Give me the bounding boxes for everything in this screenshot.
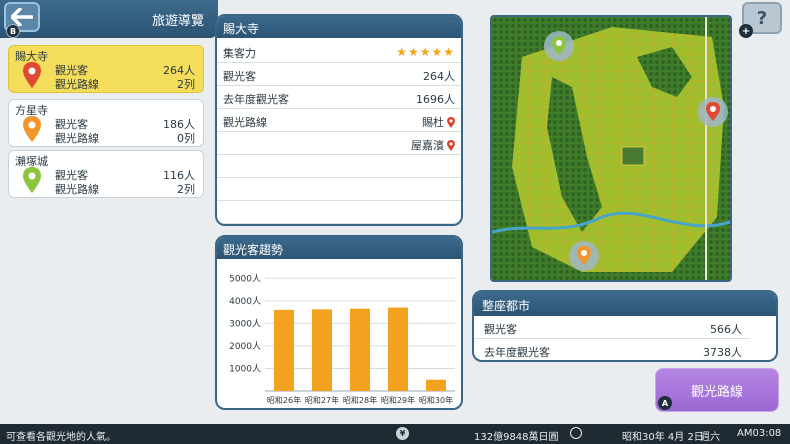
route-2-name: 屋嘉濱: [411, 139, 444, 152]
x-tick-label: 昭和27年: [305, 395, 339, 405]
spot-routes-value: 0列: [177, 132, 195, 145]
time-value: AM03:08: [737, 428, 782, 439]
spot-routes-label: 觀光路線: [55, 132, 99, 145]
route-button[interactable]: 觀光路線 A: [655, 368, 779, 412]
spot-item[interactable]: 方星寺 觀光客 186人 觀光路線 0列: [8, 99, 204, 147]
clock-icon: [570, 427, 582, 439]
city-last-year-value: 3738人: [703, 346, 742, 359]
spot-routes-label: 觀光路線: [55, 78, 99, 91]
spot-routes-value: 2列: [177, 78, 195, 91]
routes-label: 觀光路線: [223, 116, 267, 129]
empty-row: [217, 178, 461, 201]
routes-row: 觀光路線 賜杜: [217, 109, 461, 132]
bar: [312, 309, 332, 391]
empty-row: [217, 155, 461, 178]
bar: [350, 308, 370, 391]
x-tick-label: 昭和29年: [381, 395, 415, 405]
x-tick-label: 昭和28年: [343, 395, 377, 405]
page-title: 旅遊導覽: [151, 14, 204, 29]
last-year-label: 去年度觀光客: [223, 93, 289, 106]
city-grid-area: [512, 27, 724, 272]
map-pin-orange[interactable]: [569, 241, 599, 271]
status-bar: 可查看各觀光地的人氣。 ¥ 132億9848萬日圓 昭和30年 4月 2日 週六…: [0, 424, 790, 444]
visitors-label: 觀光客: [223, 70, 256, 83]
y-tick-label: 5000人: [229, 273, 261, 284]
date-value: 昭和30年 4月 2日: [622, 432, 704, 443]
map-view: [492, 17, 730, 280]
bar: [388, 307, 408, 391]
y-tick-label: 4000人: [229, 296, 261, 307]
bar: [426, 379, 446, 391]
trend-title: 觀光客趨勢: [217, 237, 461, 259]
hint-text: 可查看各觀光地的人氣。: [6, 432, 116, 443]
city-last-year-label: 去年度觀光客: [484, 346, 550, 359]
routes-row-2: 屋嘉濱: [217, 132, 461, 155]
city-map[interactable]: [490, 15, 732, 282]
b-button-badge: B: [6, 24, 20, 38]
route-entry-2[interactable]: 屋嘉濱: [411, 137, 455, 153]
spot-item[interactable]: 賜大寺 觀光客 264人 觀光路線 2列: [8, 45, 204, 93]
city-visitors-row: 觀光客 566人: [474, 316, 750, 339]
route-entry-1[interactable]: 賜杜: [422, 114, 455, 130]
last-year-row: 去年度觀光客 1696人: [217, 86, 461, 109]
spot-info-title: 賜大寺: [217, 16, 461, 38]
route-1-name: 賜杜: [422, 116, 444, 129]
location-pin-icon: [23, 167, 41, 193]
x-tick-label: 昭和26年: [267, 395, 301, 405]
city-panel: 整座都市 觀光客 566人 去年度觀光客 3738人: [472, 290, 778, 362]
money-value: 132億9848萬日圓: [474, 432, 559, 443]
empty-row: [217, 201, 461, 224]
spot-info-panel: 賜大寺 集客力 ★★★★★ 觀光客 264人 去年度觀光客 1696人 觀光路線…: [215, 14, 463, 226]
attraction-label: 集客力: [223, 47, 256, 60]
route-button-label: 觀光路線: [690, 384, 743, 400]
spot-routes-row: 觀光路線 2列: [55, 76, 195, 92]
spot-routes-row: 觀光路線 0列: [55, 130, 195, 146]
yen-icon: ¥: [396, 427, 409, 440]
spot-routes-label: 觀光路線: [55, 183, 99, 196]
bar: [274, 309, 294, 391]
temple-block: [621, 146, 645, 166]
map-pin-red[interactable]: [698, 97, 728, 127]
attraction-stars: ★★★★★: [396, 45, 455, 59]
a-button-badge: A: [658, 396, 672, 410]
trend-chart: 1000人 2000人 3000人 4000人 5000人昭和26年 昭和27年 昭和28年…: [229, 273, 455, 405]
map-pin-green[interactable]: [544, 31, 574, 61]
city-last-year-row: 去年度觀光客 3738人: [474, 339, 750, 360]
last-year-value: 1696人: [416, 93, 455, 106]
y-tick-label: 2000人: [229, 341, 261, 352]
y-tick-label: 3000人: [229, 318, 261, 329]
weekday-value: 週六: [700, 432, 720, 443]
visitors-value: 264人: [423, 70, 455, 83]
trend-panel: 觀光客趨勢 1000人 2000人 3000人 4000人 5000人昭和26年 昭和27…: [215, 235, 463, 410]
attraction-row: 集客力 ★★★★★: [217, 40, 461, 63]
city-title: 整座都市: [474, 292, 776, 316]
plus-badge: +: [739, 24, 753, 38]
city-visitors-value: 566人: [710, 323, 742, 336]
visitors-row: 觀光客 264人: [217, 63, 461, 86]
city-visitors-label: 觀光客: [484, 323, 517, 336]
route-pin-icon: [447, 139, 455, 151]
route-pin-icon: [447, 116, 455, 128]
spot-routes-row: 觀光路線 2列: [55, 181, 195, 197]
location-pin-icon: [23, 62, 41, 88]
spot-routes-value: 2列: [177, 183, 195, 196]
spot-item[interactable]: 瀨塚城 觀光客 116人 觀光路線 2列: [8, 150, 204, 198]
x-tick-label: 昭和30年: [419, 395, 453, 405]
y-tick-label: 1000人: [229, 363, 261, 374]
header-bar: B 旅遊導覽: [0, 0, 218, 38]
location-pin-icon: [23, 116, 41, 142]
